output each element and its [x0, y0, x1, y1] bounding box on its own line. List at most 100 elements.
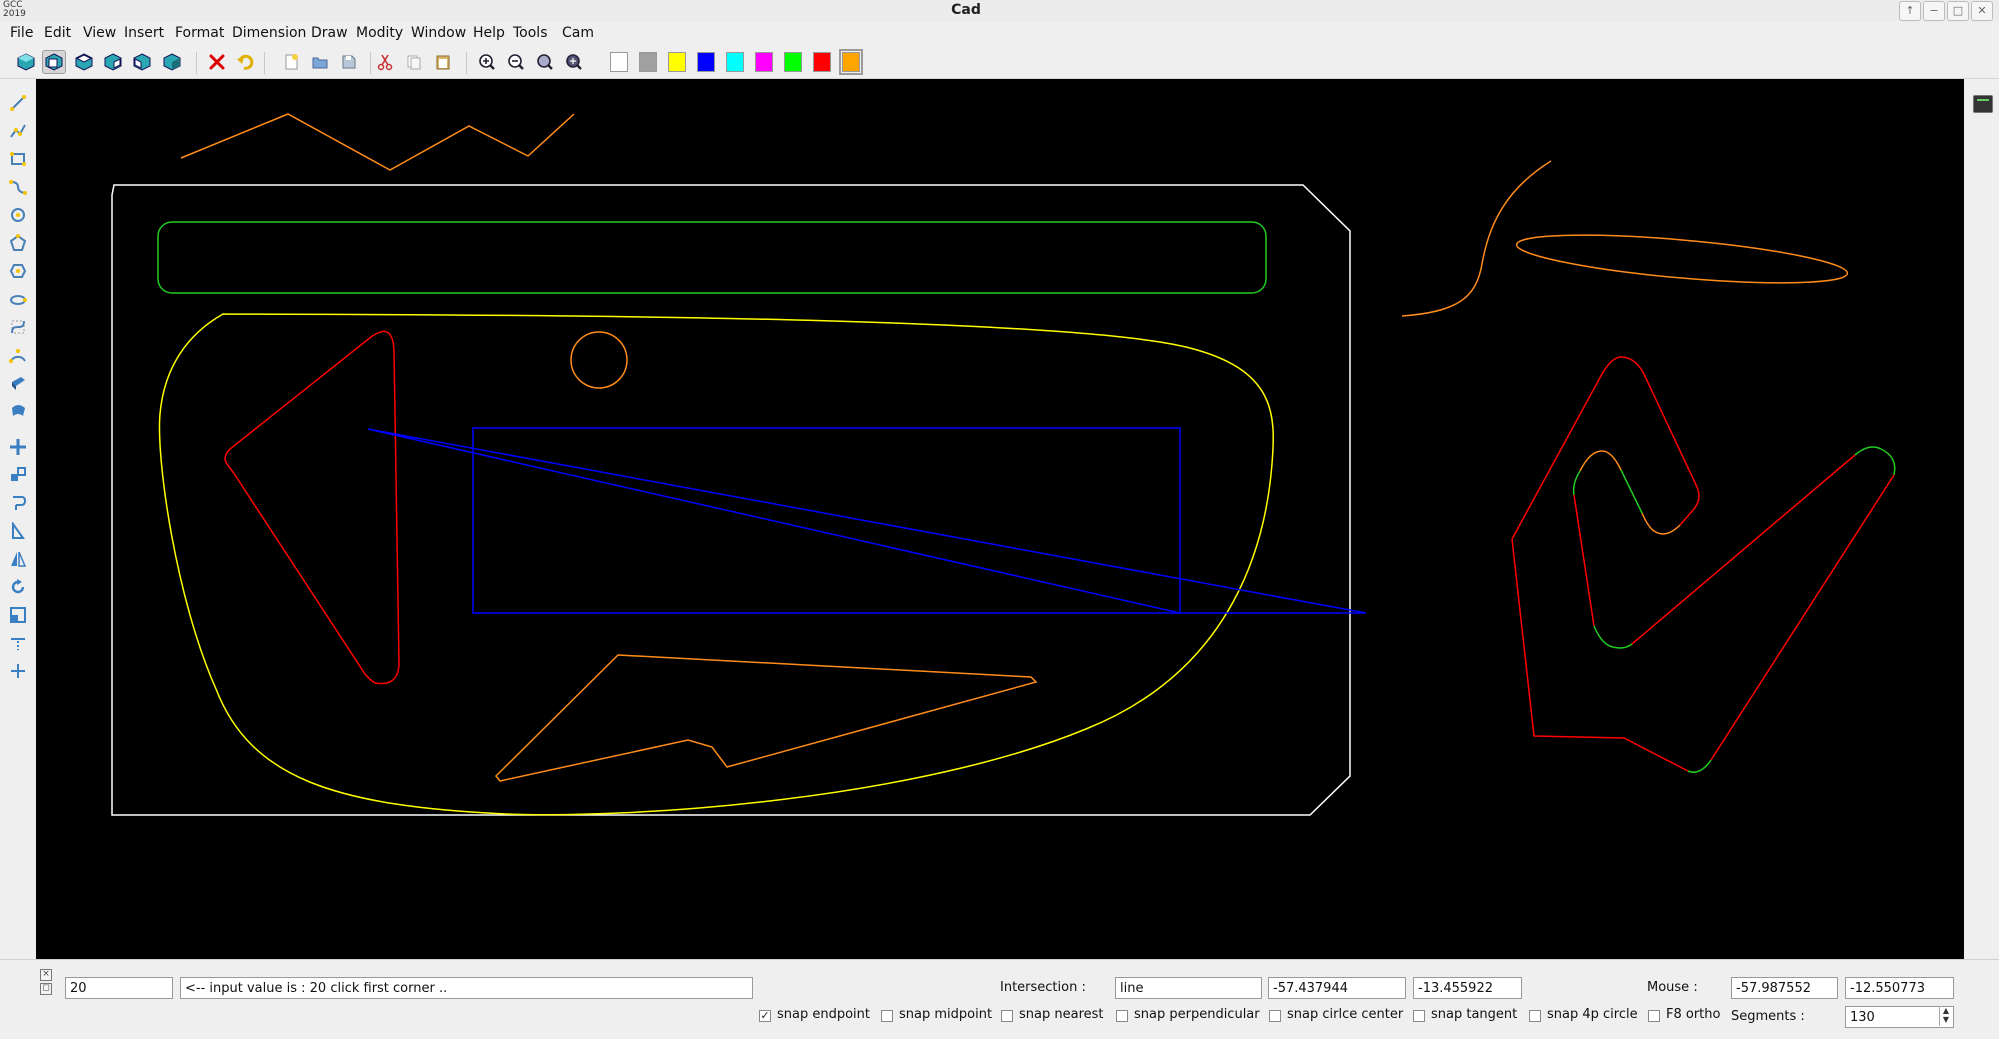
circle-icon[interactable] — [6, 203, 30, 227]
bezier-icon[interactable] — [6, 315, 30, 339]
console-toggle-icon[interactable] — [1973, 95, 1993, 113]
delete-icon[interactable] — [205, 50, 229, 74]
menu-cam[interactable]: Cam — [562, 25, 594, 41]
main-toolbar — [0, 46, 1999, 79]
menu-edit[interactable]: Edit — [44, 25, 71, 41]
polyline-icon[interactable] — [6, 119, 30, 143]
window-shade-button[interactable]: ↑ — [1899, 1, 1921, 21]
hexagon-icon[interactable] — [6, 259, 30, 283]
f8-ortho-checkbox[interactable] — [1648, 1010, 1660, 1022]
new-file-icon[interactable] — [279, 50, 303, 74]
move-icon[interactable] — [6, 435, 30, 459]
menu-view[interactable]: View — [83, 25, 116, 41]
polygon-icon[interactable] — [6, 231, 30, 255]
view-iso-icon[interactable] — [160, 50, 184, 74]
mouse-x-field[interactable] — [1731, 977, 1838, 999]
flip-icon[interactable] — [6, 547, 30, 571]
color-swatch-orange[interactable] — [839, 49, 863, 75]
color-swatch-blue[interactable] — [697, 52, 715, 72]
window-minimize-button[interactable]: − — [1923, 1, 1945, 21]
segments-spinbox[interactable] — [1845, 1006, 1954, 1028]
orange-ellipse[interactable] — [1515, 226, 1849, 293]
trim-icon[interactable] — [6, 631, 30, 655]
color-swatch-gray[interactable] — [639, 52, 657, 72]
menu-format[interactable]: Format — [175, 25, 224, 41]
menu-file[interactable]: File — [10, 25, 33, 41]
zoom-out-icon[interactable] — [504, 50, 528, 74]
cut-icon[interactable] — [373, 50, 397, 74]
rectangle-icon[interactable] — [6, 147, 30, 171]
zoom-window-icon[interactable] — [533, 50, 557, 74]
intersection-y-field[interactable] — [1413, 977, 1522, 999]
menu-window[interactable]: Window — [411, 25, 466, 41]
extrude-icon[interactable] — [6, 371, 30, 395]
orange-zigzag-polyline[interactable] — [180, 113, 575, 171]
command-value-input[interactable] — [65, 977, 173, 999]
intersection-type-field[interactable] — [1115, 977, 1262, 999]
mirror-icon[interactable] — [6, 519, 30, 543]
snap-nearest-checkbox[interactable] — [1001, 1010, 1013, 1022]
color-swatch-yellow[interactable] — [668, 52, 686, 72]
menu-tools[interactable]: Tools — [513, 25, 548, 41]
save-file-icon[interactable] — [337, 50, 361, 74]
spline-icon[interactable] — [6, 175, 30, 199]
command-message-field[interactable] — [180, 977, 753, 999]
arc-icon[interactable] — [6, 343, 30, 367]
intersection-x-field[interactable] — [1268, 977, 1406, 999]
menu-draw[interactable]: Draw — [311, 25, 348, 41]
view-top-icon[interactable] — [72, 50, 96, 74]
blue-triangle[interactable] — [367, 428, 1367, 614]
color-swatch-cyan[interactable] — [726, 52, 744, 72]
bottom-command-panel: × ◻ Intersection : Mouse : ✓ snap endpoi… — [0, 959, 1999, 1039]
panel-close-icon[interactable]: × — [40, 969, 52, 981]
view-right-icon[interactable] — [101, 50, 125, 74]
copy-icon[interactable] — [402, 50, 426, 74]
red-rounded-triangle[interactable] — [224, 330, 400, 685]
color-swatch-green[interactable] — [784, 52, 802, 72]
open-file-icon[interactable] — [308, 50, 332, 74]
ellipse-icon[interactable] — [6, 287, 30, 311]
snap-circle-center-checkbox[interactable] — [1269, 1010, 1281, 1022]
snap-4p-circle-checkbox[interactable] — [1529, 1010, 1541, 1022]
paste-icon[interactable] — [431, 50, 455, 74]
menu-insert[interactable]: Insert — [124, 25, 164, 41]
menu-modity[interactable]: Modity — [356, 25, 403, 41]
revolve-icon[interactable] — [6, 399, 30, 423]
snap-midpoint-checkbox[interactable] — [881, 1010, 893, 1022]
menu-help[interactable]: Help — [473, 25, 505, 41]
snap-endpoint-checkbox[interactable]: ✓ — [759, 1010, 771, 1022]
orange-circle[interactable] — [570, 331, 628, 389]
snap-perpendicular-checkbox[interactable] — [1116, 1010, 1128, 1022]
blue-rectangle[interactable] — [472, 427, 1181, 614]
color-swatch-red[interactable] — [813, 52, 831, 72]
orange-arrow-polygon[interactable] — [494, 654, 1038, 782]
drawing-svg[interactable] — [36, 79, 1964, 959]
drawing-canvas[interactable] — [36, 79, 1964, 959]
mouse-y-field[interactable] — [1845, 977, 1954, 999]
view-left-icon[interactable] — [130, 50, 154, 74]
red-checkmark-shape[interactable] — [1511, 356, 1896, 773]
green-rounded-slot[interactable] — [157, 221, 1267, 294]
view-3d-icon[interactable] — [14, 50, 38, 74]
scale-icon[interactable] — [6, 603, 30, 627]
zoom-extents-icon[interactable] — [562, 50, 586, 74]
snap-endpoint-label: snap endpoint — [777, 1007, 871, 1022]
color-swatch-white[interactable] — [610, 52, 628, 72]
extend-icon[interactable] — [6, 659, 30, 683]
panel-float-icon[interactable]: ◻ — [40, 983, 52, 995]
menu-dimension[interactable]: Dimension — [232, 25, 306, 41]
snap-tangent-checkbox[interactable] — [1413, 1010, 1425, 1022]
view-front-icon[interactable] — [42, 50, 66, 74]
color-swatch-magenta[interactable] — [755, 52, 773, 72]
zoom-in-icon[interactable] — [475, 50, 499, 74]
line-icon[interactable] — [6, 91, 30, 115]
white-chamfered-frame[interactable] — [111, 184, 1351, 816]
window-close-button[interactable]: ✕ — [1971, 1, 1993, 21]
copy-move-icon[interactable] — [6, 463, 30, 487]
window-maximize-button[interactable]: □ — [1947, 1, 1969, 21]
rotate-icon[interactable] — [6, 575, 30, 599]
offset-icon[interactable] — [6, 491, 30, 515]
snap-nearest-label: snap nearest — [1019, 1007, 1104, 1022]
segments-spin-arrows-icon[interactable]: ▲ ▼ — [1939, 1006, 1952, 1026]
undo-icon[interactable] — [233, 50, 257, 74]
